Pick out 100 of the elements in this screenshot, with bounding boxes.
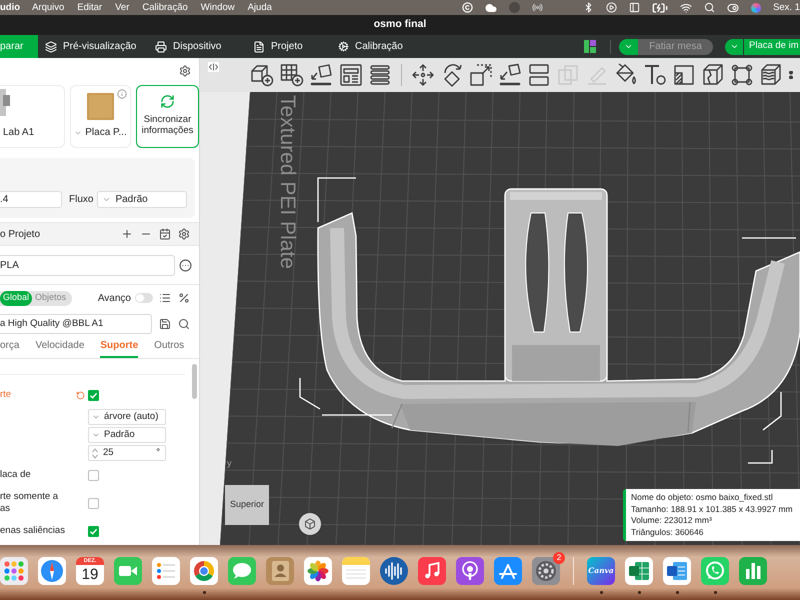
top-tab[interactable]: Calibração bbox=[331, 35, 411, 58]
slice-options-button[interactable] bbox=[619, 38, 638, 54]
cracked-cube-icon[interactable] bbox=[701, 63, 725, 87]
tilted-square-icon[interactable] bbox=[309, 63, 333, 87]
info-line: Nome do objeto: osmo baixo_fixed.stl bbox=[631, 492, 773, 504]
a-shape-app-icon[interactable] bbox=[494, 557, 522, 585]
checkbox[interactable] bbox=[88, 390, 99, 400]
top-tab[interactable]: parar bbox=[0, 35, 38, 58]
reset-icon[interactable] bbox=[76, 390, 85, 400]
checkbox[interactable] bbox=[88, 470, 99, 480]
settings-icon[interactable] bbox=[178, 228, 190, 240]
print-options-button[interactable] bbox=[725, 38, 743, 54]
c-circle-icon[interactable] bbox=[462, 2, 474, 13]
dropdown[interactable]: Padrão bbox=[88, 427, 166, 443]
orb-icon[interactable] bbox=[751, 2, 762, 12]
info-line: Tamanho: 188.91 x 101.385 x 43.9927 mm bbox=[631, 504, 793, 515]
grid-plus-icon[interactable] bbox=[280, 63, 304, 87]
menu-item[interactable]: Calibração bbox=[142, 2, 188, 12]
move-icon[interactable] bbox=[411, 63, 435, 87]
document-app-icon[interactable] bbox=[663, 557, 691, 585]
settings-icon[interactable] bbox=[179, 64, 191, 76]
nozzle-field[interactable]: .4 bbox=[0, 191, 62, 208]
view-cube[interactable]: Superior bbox=[225, 485, 269, 525]
hatched-square-icon[interactable] bbox=[672, 63, 696, 87]
setting-label: laca de bbox=[0, 469, 31, 481]
wifi-icon[interactable] bbox=[680, 2, 692, 14]
tricolor-ring-app-icon[interactable] bbox=[190, 557, 218, 585]
stacked-bars-icon[interactable] bbox=[368, 63, 392, 87]
text-tool-icon[interactable] bbox=[643, 63, 667, 87]
settings-tab[interactable]: Suporte bbox=[100, 338, 138, 358]
plate-label: Textured PEI Plate bbox=[275, 95, 300, 269]
checkbox[interactable] bbox=[88, 526, 99, 536]
settings-tab[interactable]: Velocidade bbox=[35, 338, 84, 358]
bluetooth-icon[interactable] bbox=[583, 2, 594, 13]
play-circle-icon[interactable] bbox=[606, 2, 618, 13]
clock[interactable]: Sex. 1 bbox=[773, 2, 800, 12]
sync-card[interactable]: Sincronizar informações bbox=[136, 85, 199, 148]
top-tab[interactable]: Dispositivo bbox=[148, 35, 246, 58]
dropdown[interactable]: árvore (auto) bbox=[88, 409, 166, 425]
compass-app-icon[interactable] bbox=[38, 557, 66, 585]
wavy-layers-icon[interactable] bbox=[759, 63, 783, 87]
scrollbar-thumb[interactable] bbox=[192, 364, 197, 399]
printer-card[interactable]: Lab A1 bbox=[0, 85, 65, 148]
settings-tab[interactable]: orça bbox=[0, 338, 20, 358]
chevron-down-icon bbox=[92, 413, 100, 421]
spreadsheet-app-icon[interactable] bbox=[625, 557, 653, 585]
paint-bucket-icon[interactable] bbox=[614, 63, 638, 87]
panel-toggle-icon[interactable] bbox=[208, 62, 219, 72]
toggle-switch[interactable] bbox=[135, 293, 153, 303]
percent-icon[interactable] bbox=[178, 292, 190, 304]
app-menu[interactable]: udio bbox=[0, 2, 20, 12]
menu-item[interactable]: Window bbox=[200, 2, 235, 12]
checkbox[interactable] bbox=[88, 498, 99, 508]
contact-book-app-icon[interactable] bbox=[266, 557, 294, 585]
toggles-icon[interactable] bbox=[727, 2, 740, 14]
more-options-icon[interactable] bbox=[179, 258, 192, 272]
bar-chart-app-icon[interactable] bbox=[739, 557, 767, 585]
checklist-app-icon[interactable] bbox=[152, 557, 180, 585]
info-icon[interactable] bbox=[117, 89, 127, 99]
search-icon[interactable] bbox=[704, 2, 716, 13]
broadcast-icon[interactable] bbox=[532, 2, 544, 13]
notification-count: 2 bbox=[553, 552, 565, 564]
filament-field[interactable]: PLA bbox=[0, 254, 175, 276]
split-icon[interactable] bbox=[527, 63, 551, 87]
square-corners-icon[interactable] bbox=[730, 63, 754, 87]
plate-card[interactable]: Placa P... bbox=[70, 85, 131, 148]
scale-icon[interactable] bbox=[469, 63, 493, 87]
sync-icon bbox=[160, 94, 175, 109]
number-field[interactable]: 25 ° bbox=[88, 445, 166, 461]
flow-dropdown[interactable]: Padrão bbox=[97, 191, 188, 208]
print-button[interactable]: Placa de im bbox=[744, 38, 800, 54]
cloud-icon[interactable] bbox=[485, 2, 498, 14]
layout-icon[interactable] bbox=[338, 63, 362, 87]
chevron-down-icon bbox=[92, 431, 100, 439]
flower-app-icon[interactable] bbox=[304, 557, 332, 585]
menu-item[interactable]: Arquivo bbox=[32, 2, 64, 12]
tilted-square-arrow-icon[interactable] bbox=[498, 63, 522, 87]
top-tab[interactable]: Pré-visualização bbox=[38, 35, 148, 58]
sidebar-icon[interactable] bbox=[629, 2, 640, 13]
top-tab[interactable]: Projeto bbox=[246, 35, 331, 58]
grid-app-icon[interactable] bbox=[0, 557, 28, 585]
cube-plus-icon[interactable] bbox=[250, 63, 274, 87]
search-icon[interactable] bbox=[178, 318, 190, 330]
save-icon[interactable] bbox=[159, 318, 172, 330]
music-note-app-icon[interactable] bbox=[418, 557, 446, 585]
waveform-app-icon[interactable] bbox=[380, 557, 408, 585]
menu-item[interactable]: Ajuda bbox=[248, 2, 272, 12]
scope-tab[interactable]: Global bbox=[0, 290, 32, 306]
cube-icon bbox=[304, 518, 316, 530]
calendar-check-icon[interactable] bbox=[159, 228, 171, 240]
menu-item[interactable]: Ver bbox=[115, 2, 130, 12]
plus-icon[interactable] bbox=[121, 228, 133, 240]
preset-field[interactable]: a High Quality @BBL A1 bbox=[0, 314, 152, 334]
layout-icon[interactable] bbox=[584, 40, 596, 53]
setting-label: rte bbox=[0, 389, 12, 401]
podcast-app-icon[interactable] bbox=[456, 557, 484, 585]
vertical-dots-icon[interactable] bbox=[788, 71, 794, 79]
chevron-down-icon bbox=[730, 42, 738, 51]
menu-item[interactable]: Editar bbox=[77, 2, 102, 12]
settings-tab[interactable]: Outros bbox=[154, 338, 184, 358]
